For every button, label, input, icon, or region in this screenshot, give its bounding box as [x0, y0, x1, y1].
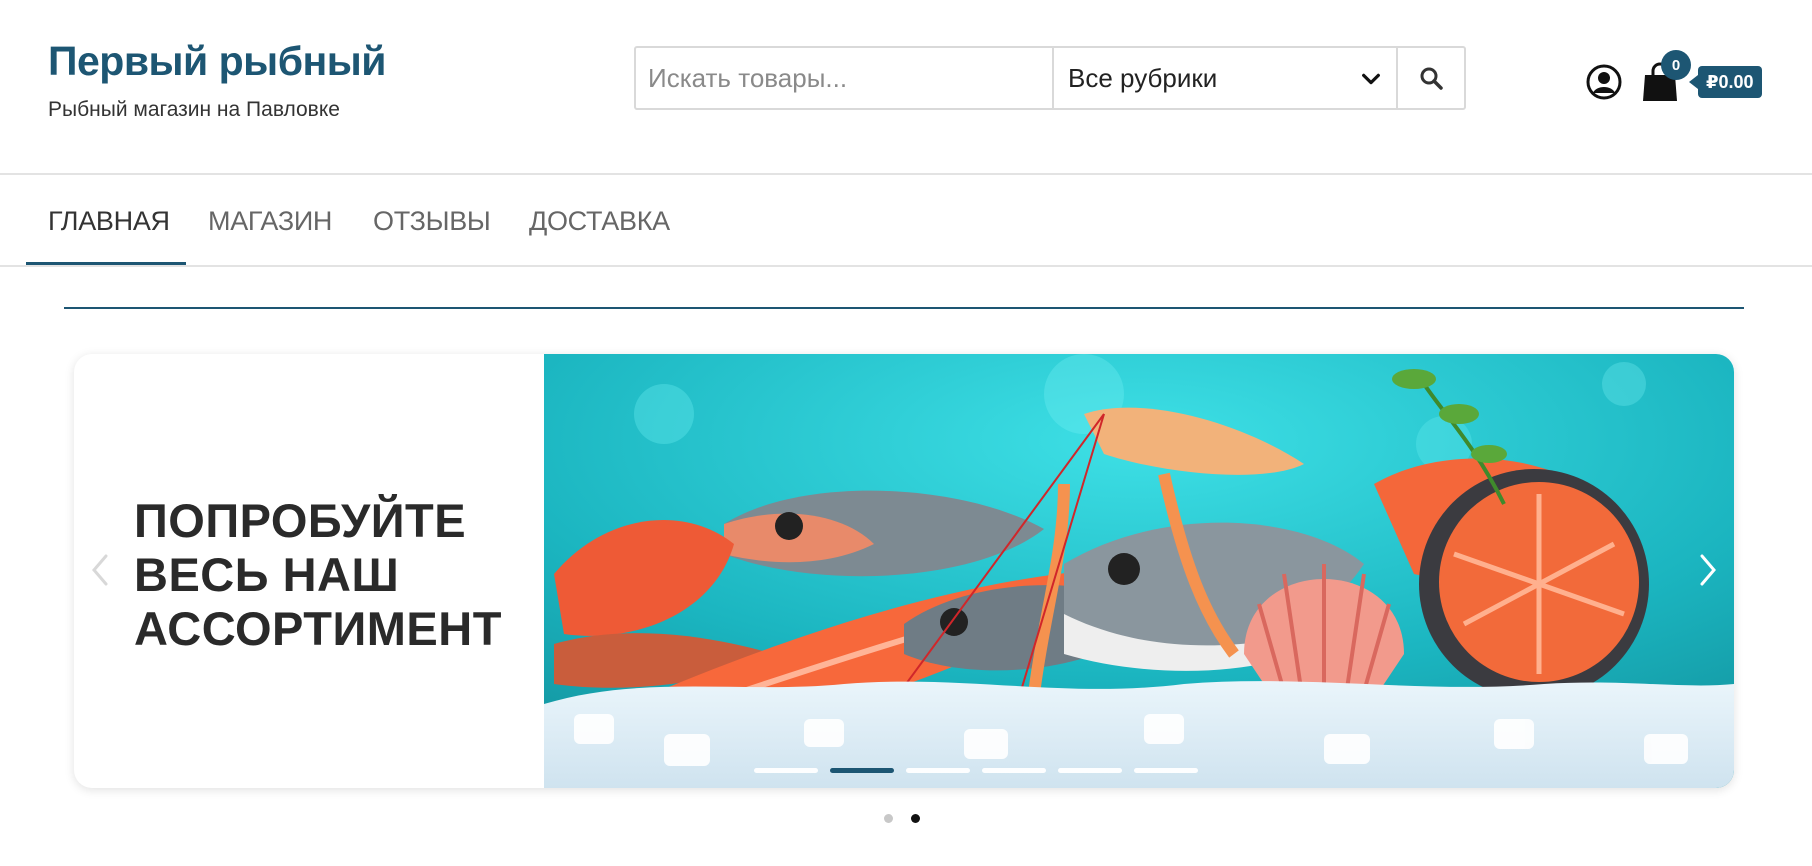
slide-heading-line: АССОРТИМЕНТ — [134, 602, 502, 655]
slide-indicator[interactable] — [1058, 768, 1122, 773]
slider-dot[interactable] — [884, 814, 893, 823]
hero-slider: ПОПРОБУЙТЕ ВЕСЬ НАШ АССОРТИМЕНТ — [74, 354, 1734, 788]
site-title[interactable]: Первый рыбный — [48, 38, 387, 85]
slider-dots — [884, 814, 920, 823]
slide-indicator[interactable] — [754, 768, 818, 773]
slider-prev-arrow[interactable] — [88, 550, 112, 590]
category-select-value: Все рубрики — [1068, 62, 1218, 93]
search-icon — [1420, 67, 1443, 90]
site-header: Первый рыбный Рыбный магазин на Павловке… — [0, 0, 1812, 175]
seafood-banner-image — [544, 354, 1734, 788]
nav-item-reviews[interactable]: ОТЗЫВЫ — [373, 175, 491, 267]
main-nav: ГЛАВНАЯ МАГАЗИН ОТЗЫВЫ ДОСТАВКА — [0, 175, 1812, 267]
slide-heading-line: ВЕСЬ НАШ — [134, 548, 400, 601]
search-input[interactable] — [636, 48, 1054, 108]
slide-heading-line: ПОПРОБУЙТЕ — [134, 494, 467, 547]
search-form: Все рубрики — [634, 46, 1466, 110]
slide-indicator-active[interactable] — [830, 768, 894, 773]
chevron-down-icon — [1362, 73, 1380, 85]
slide-heading: ПОПРОБУЙТЕ ВЕСЬ НАШ АССОРТИМЕНТ — [134, 494, 554, 656]
slider-dot-active[interactable] — [911, 814, 920, 823]
slide-indicator[interactable] — [906, 768, 970, 773]
user-circle-icon[interactable] — [1586, 64, 1622, 100]
nav-item-delivery[interactable]: ДОСТАВКА — [529, 175, 670, 267]
section-divider — [64, 307, 1744, 309]
slide-indicator[interactable] — [982, 768, 1046, 773]
search-button[interactable] — [1398, 48, 1464, 108]
slide-indicator[interactable] — [1134, 768, 1198, 773]
cart-total[interactable]: ₽0.00 — [1689, 66, 1762, 98]
cart-count-badge: 0 — [1661, 50, 1691, 80]
slide-inner-indicators — [754, 768, 1198, 773]
nav-active-underline — [26, 262, 186, 265]
nav-item-home[interactable]: ГЛАВНАЯ — [48, 175, 170, 267]
category-select[interactable]: Все рубрики — [1054, 48, 1398, 108]
site-tagline: Рыбный магазин на Павловке — [48, 98, 340, 121]
nav-item-shop[interactable]: МАГАЗИН — [208, 175, 332, 267]
slider-next-arrow[interactable] — [1696, 550, 1720, 590]
